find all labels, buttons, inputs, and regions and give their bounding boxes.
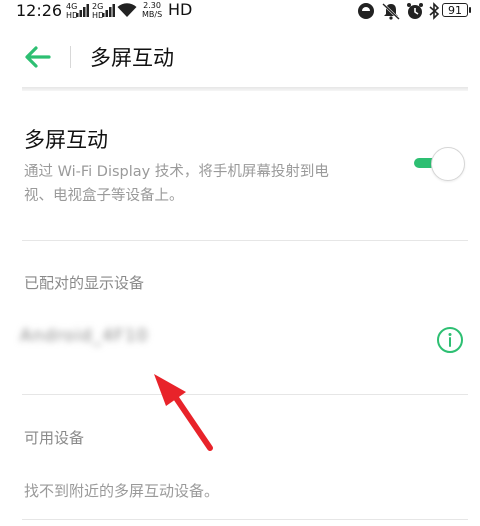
- app-bar-divider: [70, 46, 71, 68]
- battery-indicator: 91: [442, 3, 471, 17]
- no-devices-text: 找不到附近的多屏互动设备。: [24, 482, 220, 500]
- network-speed: 2.30 MB/S: [142, 1, 163, 19]
- mute-bell-icon: [382, 3, 400, 20]
- hd-indicator: HD: [168, 0, 193, 19]
- signal-bars-icon: [76, 4, 89, 17]
- setting-description: 通过 Wi-Fi Display 技术，将手机屏幕投射到电 视、电视盒子等设备上…: [24, 160, 384, 208]
- bluetooth-icon: [429, 2, 440, 20]
- back-button[interactable]: [24, 44, 52, 70]
- divider: [22, 240, 468, 241]
- multiscreen-toggle[interactable]: [408, 145, 470, 183]
- description-line: 视、电视盒子等设备上。: [24, 188, 184, 204]
- description-line: 通过 Wi-Fi Display 技术，将手机屏幕投射到电: [24, 164, 329, 180]
- arrow-left-icon: [25, 46, 51, 68]
- divider: [22, 394, 468, 395]
- device-info-button[interactable]: [436, 326, 464, 354]
- alarm-clock-icon: [407, 3, 423, 19]
- status-time: 12:26: [16, 1, 63, 20]
- wifi-icon: [117, 3, 137, 17]
- page-title: 多屏互动: [90, 46, 174, 70]
- header-shadow: [22, 87, 468, 91]
- setting-title: 多屏互动: [24, 128, 108, 152]
- info-circle-icon: [437, 327, 463, 353]
- paired-device-name[interactable]: Android_4F10: [20, 326, 148, 346]
- toggle-thumb: [431, 147, 465, 181]
- divider: [22, 519, 468, 520]
- app-bar: 多屏互动: [0, 36, 480, 78]
- paired-devices-header: 已配对的显示设备: [24, 274, 145, 292]
- available-devices-header: 可用设备: [24, 429, 85, 447]
- screen-record-icon: [358, 3, 374, 19]
- signal-bars-icon: [102, 4, 115, 17]
- status-bar: 12:26 4G HD 2G HD 2.30 MB/S HD 91: [0, 0, 480, 24]
